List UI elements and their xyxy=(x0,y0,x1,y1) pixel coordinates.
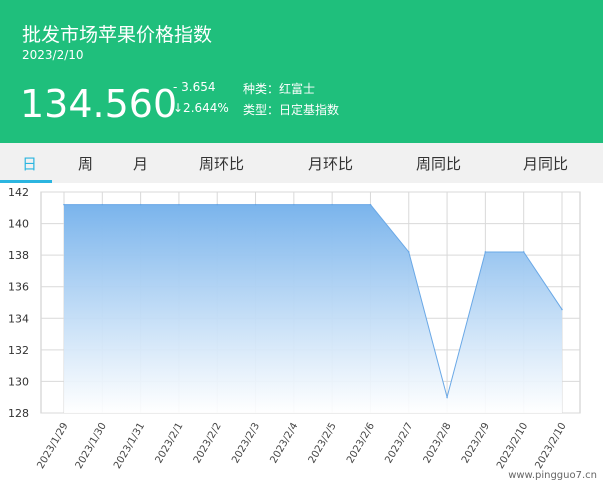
x-tick-label: 2023/2/10 xyxy=(495,421,530,471)
data-point xyxy=(293,203,295,206)
data-point xyxy=(561,308,563,311)
x-tick-label: 2023/2/1 xyxy=(154,421,186,465)
change-percent: ↓2.644% xyxy=(173,101,229,115)
x-tick-label: 2023/2/6 xyxy=(345,421,377,465)
data-point xyxy=(446,396,448,399)
x-tick-label: 2023/1/31 xyxy=(112,421,147,471)
tab-month-on-month[interactable]: 月环比 xyxy=(308,153,353,174)
tab-week[interactable]: 周 xyxy=(78,153,93,174)
watermark: www.pingguo7.cn xyxy=(508,470,597,481)
y-tick-label: 142 xyxy=(8,186,29,199)
x-tick-label: 2023/2/4 xyxy=(268,421,300,465)
change-value: - 3.654 xyxy=(173,80,216,94)
x-tick-label: 2023/2/9 xyxy=(460,421,492,465)
type-label: 类型：日定基指数 xyxy=(243,103,340,117)
tab-day[interactable]: 日 xyxy=(22,153,37,174)
data-point xyxy=(63,203,65,206)
y-tick-label: 130 xyxy=(8,375,29,388)
y-tick-label: 140 xyxy=(8,218,29,231)
price-area-chart: 1281301321341361381401422023/1/29 2023/1/… xyxy=(8,186,581,471)
x-tick-label: 2023/2/8 xyxy=(422,421,454,465)
data-point xyxy=(178,203,180,206)
data-point xyxy=(139,203,142,206)
tab-month[interactable]: 月 xyxy=(133,153,148,174)
x-tick-label: 2023/2/2 xyxy=(192,421,224,465)
data-point xyxy=(484,251,487,253)
x-tick-label: 2023/2/7 xyxy=(383,421,415,465)
y-tick-label: 138 xyxy=(8,249,29,262)
data-point xyxy=(522,251,525,253)
data-point xyxy=(254,203,257,206)
header: 批发市场苹果价格指数 2023/2/10 134.560 - 3.654 ↓2.… xyxy=(0,0,603,143)
page-title: 批发市场苹果价格指数 xyxy=(22,24,213,46)
date-label: 2023/2/10 xyxy=(22,48,84,62)
y-tick-label: 134 xyxy=(8,312,29,325)
kind-label: 种类：红富士 xyxy=(243,82,316,96)
y-tick-label: 132 xyxy=(8,344,29,357)
y-tick-label: 128 xyxy=(8,407,29,420)
data-point xyxy=(101,203,104,206)
x-tick-label: 2023/2/10 xyxy=(533,421,568,471)
price-value: 134.560 xyxy=(20,82,178,126)
data-point xyxy=(331,203,333,206)
x-tick-label: 2023/1/29 xyxy=(35,421,70,471)
x-tick-label: 2023/2/5 xyxy=(307,421,339,465)
x-tick-label: 2023/2/3 xyxy=(230,421,262,465)
tab-bar: 日 周 月 周环比 月环比 周同比 月同比 xyxy=(0,143,603,183)
x-tick-label: 2023/1/30 xyxy=(74,421,109,471)
data-point xyxy=(369,203,372,206)
y-tick-label: 136 xyxy=(8,281,29,294)
data-point xyxy=(216,203,219,206)
tab-week-year-on-year[interactable]: 周同比 xyxy=(416,153,461,174)
tab-week-on-week[interactable]: 周环比 xyxy=(199,153,244,174)
tab-month-year-on-year[interactable]: 月同比 xyxy=(523,153,568,174)
data-point xyxy=(407,251,410,253)
